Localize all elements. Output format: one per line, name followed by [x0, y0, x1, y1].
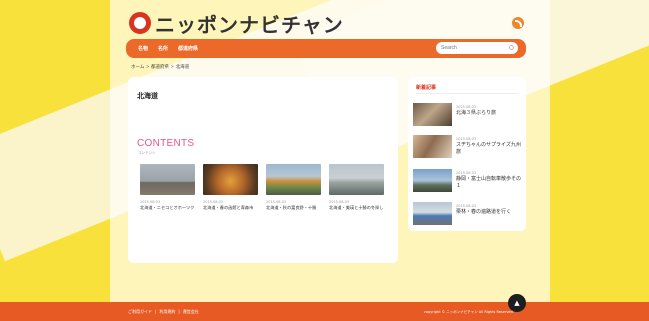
post-thumbnail[interactable]: [329, 164, 384, 195]
breadcrumb-home[interactable]: ホーム: [131, 64, 144, 70]
sidebar-thumbnail[interactable]: [413, 103, 452, 126]
footer-link-guide[interactable]: ご利用ガイド: [128, 309, 152, 315]
page-title: 北海道: [137, 92, 158, 100]
contents-heading: CONTENTS: [137, 138, 195, 149]
footer-links: ご利用ガイド | 利用規約 | 運営会社: [128, 309, 199, 315]
post-date: 2015.08.03: [140, 200, 161, 204]
footer-separator: |: [178, 309, 180, 314]
post-title[interactable]: 北海道・ニセコとオホーツク: [140, 205, 195, 211]
post-thumbnail[interactable]: [203, 164, 258, 195]
breadcrumb-separator: >: [171, 64, 174, 69]
sidebar-thumbnail[interactable]: [413, 202, 452, 225]
rss-icon[interactable]: [512, 17, 524, 29]
main-nav: 名物 名所 都道府県: [126, 39, 526, 58]
sidebar-new-posts: 新着記事 2015.08.03 北海３県ぶらり旅 2015.08.03 スヂちゃ…: [408, 77, 526, 231]
search-input[interactable]: [441, 45, 501, 51]
sidebar-item[interactable]: 2015.08.03 静岡・富士山自転車散歩その１: [413, 169, 523, 195]
post-date: 2015.08.03: [329, 200, 350, 204]
sidebar-item-title[interactable]: 栗林・春の遍路道を行く: [456, 209, 524, 216]
sidebar-item-date: 2015.08.03: [456, 171, 477, 175]
sidebar-heading: 新着記事: [416, 85, 437, 91]
post-date: 2015.08.03: [203, 200, 224, 204]
back-to-top-button[interactable]: ▲: [508, 294, 526, 312]
sidebar-item[interactable]: 2015.08.03 スヂちゃんのサプライズ九州旅: [413, 135, 523, 161]
sidebar-item-date: 2015.08.03: [456, 105, 477, 109]
sidebar-item-date: 2015.08.03: [456, 137, 477, 141]
post-card[interactable]: 2015.08.03 北海道・秋の富良野・十勝: [266, 164, 321, 211]
post-title[interactable]: 北海道・美瑛と十勝の冬探し: [329, 205, 384, 211]
post-thumbnail[interactable]: [140, 164, 195, 195]
post-list: 2015.08.03 北海道・ニセコとオホーツク 2015.08.03 北海道・…: [140, 164, 384, 211]
sidebar-item-title[interactable]: 北海３県ぶらり旅: [456, 110, 524, 117]
sidebar-thumbnail[interactable]: [413, 135, 452, 158]
footer-link-company[interactable]: 運営会社: [183, 309, 199, 315]
sidebar-item[interactable]: 2015.08.03 栗林・春の遍路道を行く: [413, 202, 523, 228]
sidebar-item-title[interactable]: スヂちゃんのサプライズ九州旅: [456, 142, 524, 156]
footer-separator: |: [155, 309, 157, 314]
post-title[interactable]: 北海道・秋の富良野・十勝: [266, 205, 321, 211]
sidebar-thumbnail[interactable]: [413, 169, 452, 192]
nav-item-meibutsu[interactable]: 名物: [138, 45, 148, 52]
sidebar-item[interactable]: 2015.08.03 北海３県ぶらり旅: [413, 103, 523, 129]
nav-item-meisho[interactable]: 名所: [158, 45, 168, 52]
footer-copyright: copyright © ニッポンナビチャン All Rights Reserve…: [424, 310, 514, 314]
main-content-card: 北海道 CONTENTS コンテンツ 2015.08.03 北海道・ニセコとオホ…: [128, 77, 398, 263]
breadcrumb-separator: >: [146, 64, 150, 69]
site-footer: ご利用ガイド | 利用規約 | 運営会社 copyright © ニッポンナビチ…: [0, 302, 649, 321]
breadcrumb-current: 北海道: [175, 64, 190, 69]
logo-text: ニッポンナビチャン: [155, 12, 344, 37]
logo-ring-icon: [129, 12, 151, 34]
breadcrumb-prefectures[interactable]: 都道府県: [151, 64, 169, 70]
site-logo[interactable]: ニッポンナビチャン: [129, 10, 344, 37]
post-thumbnail[interactable]: [266, 164, 321, 195]
contents-subheading: コンテンツ: [138, 151, 156, 155]
search-icon[interactable]: [509, 45, 514, 50]
post-card[interactable]: 2015.08.03 北海道・ニセコとオホーツク: [140, 164, 195, 211]
nav-item-prefectures[interactable]: 都道府県: [178, 45, 198, 52]
post-card[interactable]: 2015.08.03 北海道・春の函館と青森市: [203, 164, 258, 211]
sidebar-divider: [416, 93, 518, 94]
sidebar-item-title[interactable]: 静岡・富士山自転車散歩その１: [456, 176, 524, 190]
post-card[interactable]: 2015.08.03 北海道・美瑛と十勝の冬探し: [329, 164, 384, 211]
post-date: 2015.08.03: [266, 200, 287, 204]
search-box: [436, 42, 518, 54]
post-title[interactable]: 北海道・春の函館と青森市: [203, 205, 258, 211]
sidebar-item-date: 2015.08.03: [456, 204, 477, 208]
breadcrumb: ホーム > 都道府県 > 北海道: [131, 64, 189, 70]
footer-link-terms[interactable]: 利用規約: [159, 309, 175, 315]
